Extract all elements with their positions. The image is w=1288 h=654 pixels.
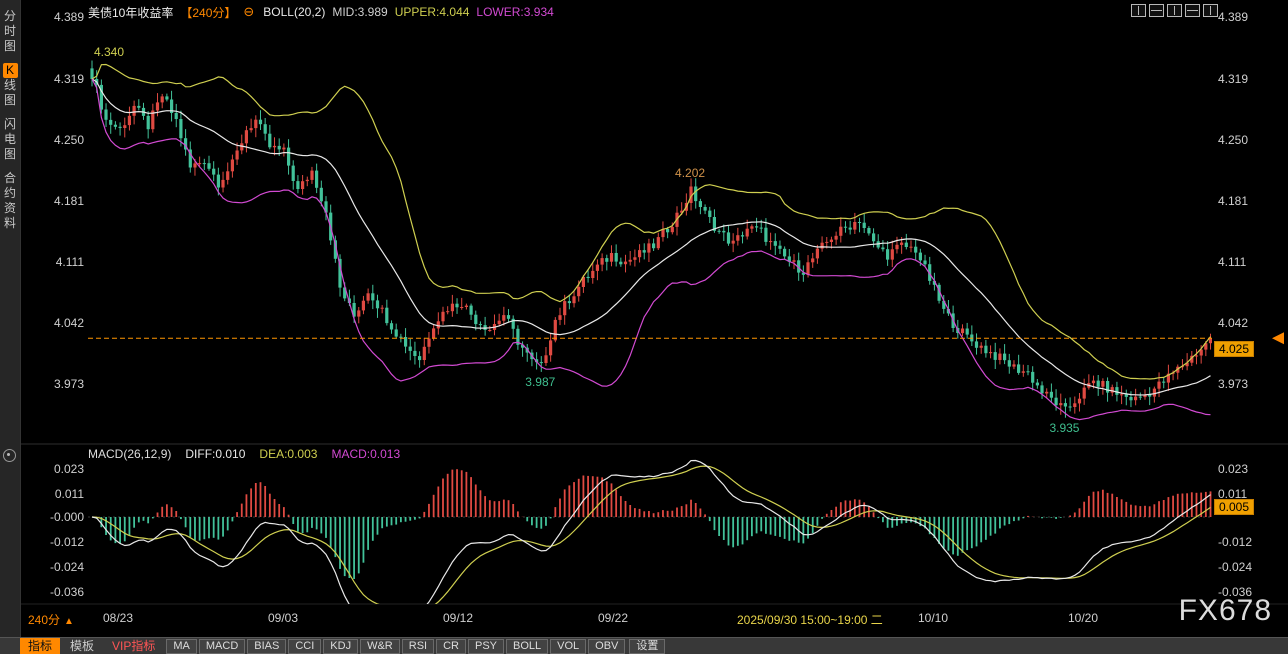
price-arrow-icon [1272,332,1284,344]
macd-axis-label-left: -0.024 [40,560,84,574]
price-axis-label-right: 4.389 [1218,10,1248,24]
layout-single-icon[interactable] [1131,4,1146,17]
indicator-button-kdj[interactable]: KDJ [323,639,358,654]
last-price-badge: 4.025 [1214,341,1254,357]
price-annotation: 3.987 [525,375,555,389]
period-arrow-icon: ▲ [64,616,74,627]
tab-indicator[interactable]: 指标 [20,638,60,654]
price-annotation: 3.935 [1049,421,1079,435]
date-label: 09/03 [268,611,298,625]
macd-diff-value: DIFF:0.010 [185,447,245,461]
indicator-button-wr[interactable]: W&R [360,639,400,654]
macd-axis-label-right: -0.012 [1218,535,1252,549]
price-axis-label-right: 4.181 [1218,194,1248,208]
sidebar-item-flash-chart[interactable]: 闪电图 [0,117,20,162]
price-annotation: 4.340 [94,45,124,59]
price-axis-label-left: 4.042 [40,316,84,330]
indicator-button-bias[interactable]: BIAS [247,639,286,654]
sidebar-item-contract-info[interactable]: 合约资料 [0,171,20,231]
price-axis-label-right: 4.250 [1218,133,1248,147]
price-annotation: 4.202 [675,166,705,180]
macd-axis-label-right: -0.024 [1218,560,1252,574]
indicator-button-boll[interactable]: BOLL [506,639,548,654]
price-axis-label-left: 3.973 [40,377,84,391]
sidebar-item-char: 线 [3,78,18,93]
sidebar-item-char: 图 [3,147,18,162]
macd-value-badge: 0.005 [1214,499,1254,515]
watermark: FX678 [1179,594,1272,628]
sidebar-item-char: 料 [3,216,18,231]
macd-macd-value: MACD:0.013 [331,447,400,461]
date-label: 09/12 [443,611,473,625]
indicator-button-psy[interactable]: PSY [468,639,504,654]
price-axis-label-right: 3.973 [1218,377,1248,391]
indicator-button-cci[interactable]: CCI [288,639,321,654]
trading-terminal: 分时图K线图闪电图合约资料 美债10年收益率【240分】 ⊖ BOLL(20,2… [0,0,1288,654]
sidebar-item-time-chart[interactable]: 分时图 [0,9,20,54]
indicator-button-vol[interactable]: VOL [550,639,586,654]
window-controls [1131,4,1218,17]
indicator-buttons: MAMACDBIASCCIKDJW&RRSICRPSYBOLLVOLOBV [165,639,626,654]
instrument-title: 美债10年收益率 [88,4,173,21]
price-axis-label-left: 4.181 [40,194,84,208]
price-axis-label-left: 4.250 [40,133,84,147]
macd-axis-label-right: 0.023 [1218,462,1248,476]
sidebar-item-char: 约 [3,186,18,201]
sidebar-item-char: 电 [3,132,18,147]
period-label: 240分 [28,613,60,627]
sidebar-item-char: 时 [3,24,18,39]
price-axis-label-left: 4.111 [40,255,84,269]
sidebar-item-kline-chart[interactable]: K线图 [0,63,20,108]
price-axis-label-right: 4.319 [1218,72,1248,86]
chart-header: 美债10年收益率【240分】 ⊖ BOLL(20,2) MID:3.989 UP… [88,4,554,20]
macd-header: MACD(26,12,9) DIFF:0.010 DEA:0.003 MACD:… [88,447,400,461]
sidebar-item-char: 图 [3,39,18,54]
tab-template[interactable]: 模板 [62,638,102,654]
sidebar-item-char: 资 [3,201,18,216]
selected-bar-date: 2025/09/30 15:00~19:00 二 [737,611,883,628]
boll-lower-value: LOWER:3.934 [476,5,553,19]
indicator-button-obv[interactable]: OBV [588,639,625,654]
macd-dea-value: DEA:0.003 [259,447,317,461]
layout-quad-icon[interactable] [1185,4,1200,17]
indicator-dot-icon[interactable] [3,449,16,462]
indicator-button-cr[interactable]: CR [436,639,466,654]
sidebar-item-char: 分 [3,9,18,24]
macd-axis-label-left: 0.023 [40,462,84,476]
date-label: 09/22 [598,611,628,625]
chart-canvas[interactable] [0,0,1288,654]
macd-axis-label-left: -0.000 [40,510,84,524]
sidebar-item-char: 闪 [3,117,18,132]
macd-params-label: MACD(26,12,9) [88,447,171,461]
layout-grid-icon[interactable] [1203,4,1218,17]
indicator-button-macd[interactable]: MACD [199,639,245,654]
boll-upper-value: UPPER:4.044 [395,5,470,19]
collapse-circle-icon[interactable]: ⊖ [243,4,254,20]
tab-vip-indicator[interactable]: VIP指标 [104,638,163,654]
macd-axis-label-left: -0.012 [40,535,84,549]
date-label: 10/10 [918,611,948,625]
indicator-button-rsi[interactable]: RSI [402,639,434,654]
macd-axis-label-left: -0.036 [40,585,84,599]
settings-button[interactable]: 设置 [629,639,665,654]
price-axis-label-right: 4.111 [1218,255,1246,269]
layout-split-horizontal-icon[interactable] [1149,4,1164,17]
sidebar-item-char: K [3,63,18,78]
date-label: 08/23 [103,611,133,625]
boll-mid-value: MID:3.989 [332,5,387,19]
sidebar: 分时图K线图闪电图合约资料 [0,0,21,637]
indicator-button-ma[interactable]: MA [166,639,197,654]
price-axis-label-left: 4.319 [40,72,84,86]
period-indicator[interactable]: 240分 ▲ [28,611,74,628]
period-tag[interactable]: 【240分】 [180,4,236,21]
layout-split-vertical-icon[interactable] [1167,4,1182,17]
sidebar-item-char: 合 [3,171,18,186]
price-axis-label-left: 4.389 [40,10,84,24]
price-axis-label-right: 4.042 [1218,316,1248,330]
boll-label: BOLL(20,2) [263,5,325,19]
macd-axis-label-left: 0.011 [40,487,84,501]
sidebar-item-char: 图 [3,93,18,108]
date-label: 10/20 [1068,611,1098,625]
bottom-toolbar: 指标 模板 VIP指标 MAMACDBIASCCIKDJW&RRSICRPSYB… [0,637,1288,654]
